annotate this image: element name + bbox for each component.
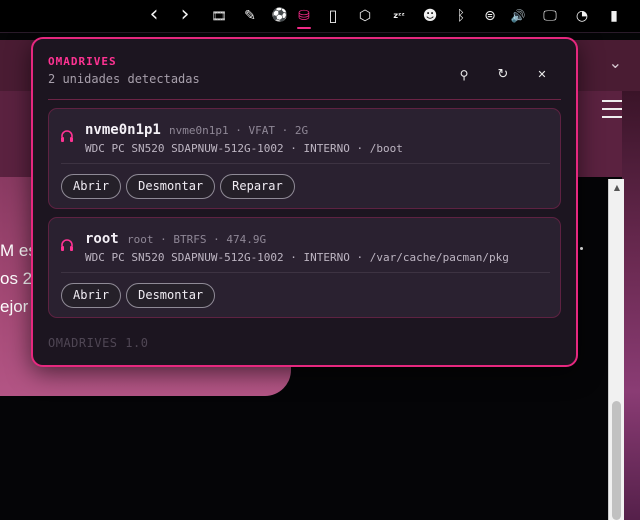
drive-meta: root · BTRFS · 474.9G bbox=[127, 233, 267, 246]
chevron-right-icon[interactable]: › bbox=[174, 4, 196, 28]
scrollbar-thumb[interactable] bbox=[612, 401, 621, 520]
background-text: ejor bbox=[0, 297, 29, 316]
close-icon: ✕ bbox=[537, 68, 547, 81]
popup-title: OMADRIVES bbox=[48, 55, 117, 68]
drive-divider bbox=[61, 163, 550, 164]
unmount-button[interactable]: Desmontar bbox=[126, 283, 216, 308]
headphones-icon bbox=[61, 130, 73, 142]
search-button[interactable]: ⚲ bbox=[453, 64, 475, 86]
search-icon: ⚲ bbox=[459, 68, 469, 82]
refresh-button[interactable]: ↻ bbox=[492, 64, 514, 86]
scrollbar[interactable]: ▲ bbox=[608, 179, 624, 520]
unmount-button[interactable]: Desmontar bbox=[126, 174, 216, 199]
background-wallpaper-strip bbox=[622, 91, 640, 520]
chevron-down-icon[interactable]: ⌄ bbox=[609, 53, 622, 72]
headphones-icon bbox=[61, 239, 73, 251]
popup-divider bbox=[48, 99, 561, 100]
network-icon[interactable]: ⊜ bbox=[479, 4, 501, 28]
robot-icon[interactable]: ☻ bbox=[419, 4, 441, 28]
drive-divider bbox=[61, 272, 550, 273]
drive-card: root root · BTRFS · 474.9G WDC PC SN520 … bbox=[48, 217, 561, 318]
background-text: os 2 bbox=[0, 269, 33, 288]
volume-icon[interactable]: 🔊 bbox=[507, 4, 529, 28]
drive-name: nvme0n1p1 bbox=[85, 122, 161, 138]
drive-actions: Abrir Desmontar Reparar bbox=[61, 174, 295, 199]
drive-actions: Abrir Desmontar bbox=[61, 283, 216, 308]
popup-footer: OMADRIVES 1.0 bbox=[48, 336, 149, 350]
monitor-icon[interactable]: 🖵 bbox=[539, 4, 561, 28]
drive-meta: nvme0n1p1 · VFAT · 2G bbox=[169, 124, 309, 137]
drive-details: WDC PC SN520 SDAPNUW-512G-1002 · INTERNO… bbox=[85, 142, 403, 155]
battery-icon[interactable]: ▮ bbox=[603, 4, 625, 28]
refresh-icon: ↻ bbox=[497, 67, 509, 82]
cube-icon[interactable]: ⬡ bbox=[354, 4, 376, 28]
repair-button[interactable]: Reparar bbox=[220, 174, 295, 199]
omadrives-popup: OMADRIVES 2 unidades detectadas ⚲ ↻ ✕ nv… bbox=[31, 37, 578, 367]
background-dot bbox=[580, 247, 583, 250]
drive-details: WDC PC SN520 SDAPNUW-512G-1002 · INTERNO… bbox=[85, 251, 509, 264]
close-button[interactable]: ✕ bbox=[531, 64, 553, 86]
drive-card: nvme0n1p1 nvme0n1p1 · VFAT · 2G WDC PC S… bbox=[48, 108, 561, 209]
pencil-icon[interactable]: ✎ bbox=[239, 4, 261, 28]
omadrives-icon[interactable]: ⛁ bbox=[293, 4, 315, 29]
soccer-ball-icon[interactable]: ⚽ bbox=[269, 4, 291, 28]
wifi-icon[interactable]: ◔ bbox=[571, 4, 593, 28]
top-bar: ‹ › 🎞 ✎ ⚽ ⛁ ▯ ⬡ zᶻᶻ ☻ ᛒ ⊜ 🔊 🖵 ◔ ▮ bbox=[0, 0, 640, 33]
open-button[interactable]: Abrir bbox=[61, 283, 122, 308]
chevron-left-icon[interactable]: ‹ bbox=[143, 4, 165, 28]
popup-subtitle: 2 unidades detectadas bbox=[48, 72, 200, 86]
hamburger-menu-icon[interactable] bbox=[602, 100, 624, 118]
film-icon[interactable]: 🎞 bbox=[208, 4, 230, 28]
sleep-icon[interactable]: zᶻᶻ bbox=[388, 4, 410, 28]
drive-name: root bbox=[85, 231, 119, 247]
scroll-up-icon[interactable]: ▲ bbox=[609, 181, 625, 195]
phone-icon[interactable]: ▯ bbox=[322, 4, 344, 28]
bluetooth-icon[interactable]: ᛒ bbox=[450, 4, 472, 28]
open-button[interactable]: Abrir bbox=[61, 174, 122, 199]
